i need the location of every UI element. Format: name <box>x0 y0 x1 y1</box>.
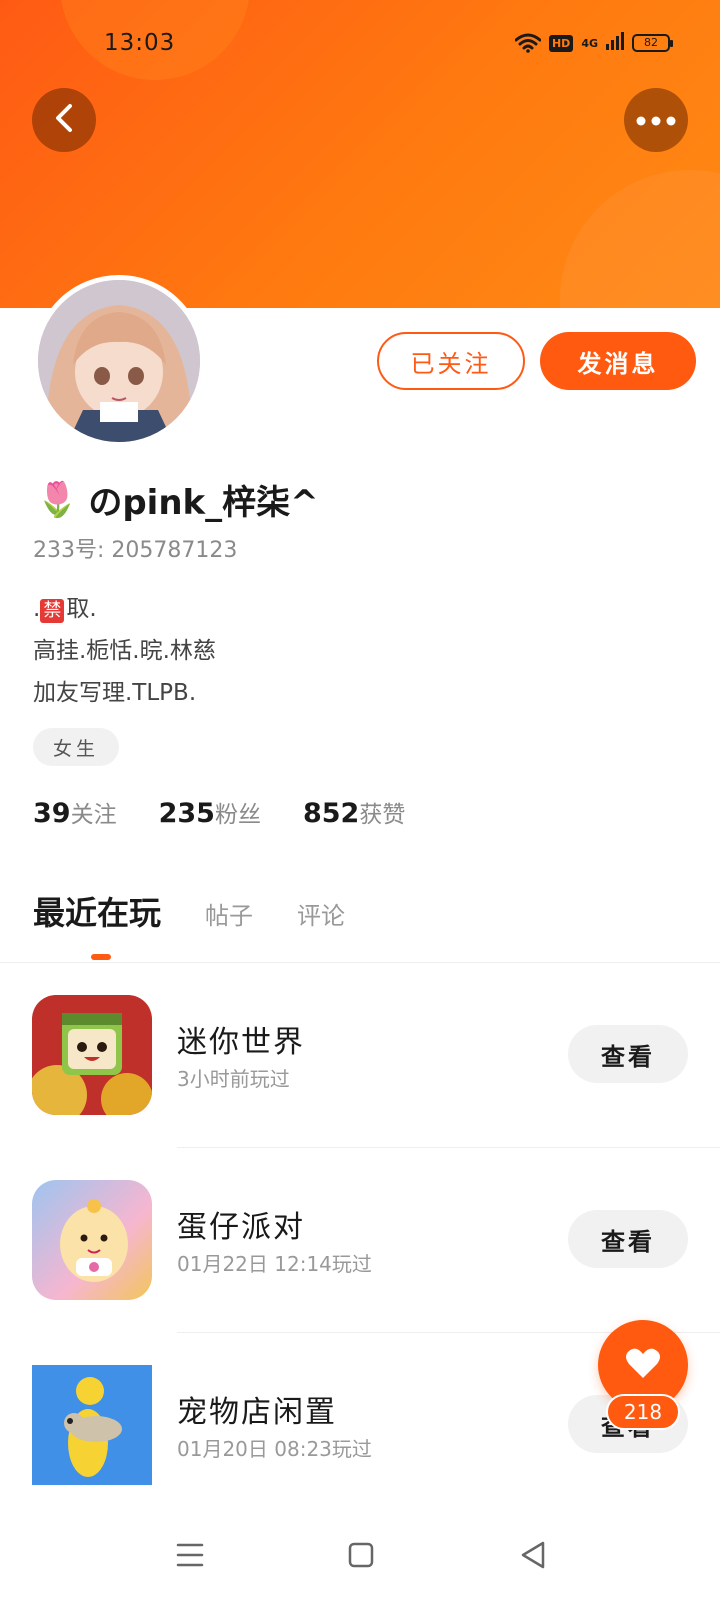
network-type: 4G <box>581 36 598 50</box>
bio-line: 高挂.栀恬.晥.林慈 <box>33 638 216 664</box>
tab-posts[interactable]: 帖子 <box>205 896 253 931</box>
ban-emoji-icon: 禁 <box>40 599 65 623</box>
stat-value: 235 <box>158 798 215 829</box>
back-button[interactable] <box>32 88 96 152</box>
username-row: 🌷 のpink_梓柒^ <box>36 475 319 524</box>
bio-line: 加友写理.TLPB. <box>33 680 197 706</box>
stat-likes[interactable]: 852获赞 <box>303 795 405 829</box>
game-name: 宠物店闲置 <box>177 1395 337 1430</box>
stat-value: 39 <box>33 798 71 829</box>
bio-text: 取. <box>66 596 97 622</box>
battery-indicator: 82 <box>632 34 673 52</box>
stat-label: 关注 <box>70 802 117 828</box>
active-tab-indicator <box>91 954 111 960</box>
back-triangle-icon[interactable] <box>520 1540 546 1574</box>
tab-recently-played[interactable]: 最近在玩 <box>33 888 161 934</box>
username: のpink_梓柒^ <box>88 483 319 523</box>
menu-icon[interactable] <box>176 1542 204 1572</box>
stat-value: 852 <box>302 798 360 829</box>
divider <box>177 1147 720 1148</box>
send-message-button[interactable]: 发消息 <box>540 332 696 390</box>
user-bio: . 禁取. 高挂.栀恬.晥.林慈 加友写理.TLPB. <box>33 588 216 714</box>
signal-icon <box>606 32 624 54</box>
avatar[interactable] <box>33 275 205 447</box>
bio-text: . <box>33 596 41 622</box>
stat-label: 粉丝 <box>214 802 261 828</box>
following-button[interactable]: 已关注 <box>377 332 525 390</box>
recent-games-list: 迷你世界 3小时前玩过 查看 蛋仔派对 01月22日 12:14玩过 查看 宠物… <box>0 995 720 1550</box>
game-name: 蛋仔派对 <box>177 1210 305 1245</box>
status-icons: HD 4G 82 <box>514 32 673 54</box>
divider <box>0 962 720 963</box>
stat-followers[interactable]: 235粉丝 <box>159 795 261 829</box>
more-button[interactable] <box>624 88 688 152</box>
like-count-badge: 218 <box>606 1394 680 1430</box>
game-icon-pet-shop <box>32 1365 152 1485</box>
bio-line: . 禁取. <box>33 588 216 630</box>
view-game-button[interactable]: 查看 <box>568 1025 688 1083</box>
hd-badge: HD <box>548 34 574 52</box>
status-time: 13:03 <box>104 30 176 56</box>
home-square-icon[interactable] <box>348 1542 374 1572</box>
stat-following[interactable]: 39关注 <box>33 795 117 829</box>
heart-icon <box>625 1347 661 1383</box>
profile-tabs: 最近在玩 帖子 评论 <box>33 888 345 934</box>
tab-comments[interactable]: 评论 <box>297 896 345 931</box>
header-decoration <box>560 170 720 308</box>
system-navigation-bar <box>0 1520 720 1600</box>
list-item[interactable]: 迷你世界 3小时前玩过 查看 <box>0 995 720 1180</box>
game-name: 迷你世界 <box>177 1025 305 1060</box>
chevron-left-icon <box>51 102 77 138</box>
status-bar: 13:03 HD 4G 82 <box>0 0 720 90</box>
last-played-time: 01月20日 08:23玩过 <box>177 1437 372 1461</box>
last-played-time: 01月22日 12:14玩过 <box>177 1252 372 1276</box>
last-played-time: 3小时前玩过 <box>177 1067 290 1091</box>
user-id[interactable]: 233号: 205787123 <box>33 532 237 564</box>
view-game-button[interactable]: 查看 <box>568 1210 688 1268</box>
game-icon-mini-world <box>32 995 152 1115</box>
gender-tag: 女生 <box>33 728 120 766</box>
tulip-icon: 🌷 <box>36 479 79 520</box>
wifi-icon <box>514 33 541 53</box>
game-icon-eggy-party <box>32 1180 152 1300</box>
stat-label: 获赞 <box>359 802 406 828</box>
more-horizontal-icon <box>636 111 676 130</box>
profile-stats: 39关注 235粉丝 852获赞 <box>33 795 405 829</box>
